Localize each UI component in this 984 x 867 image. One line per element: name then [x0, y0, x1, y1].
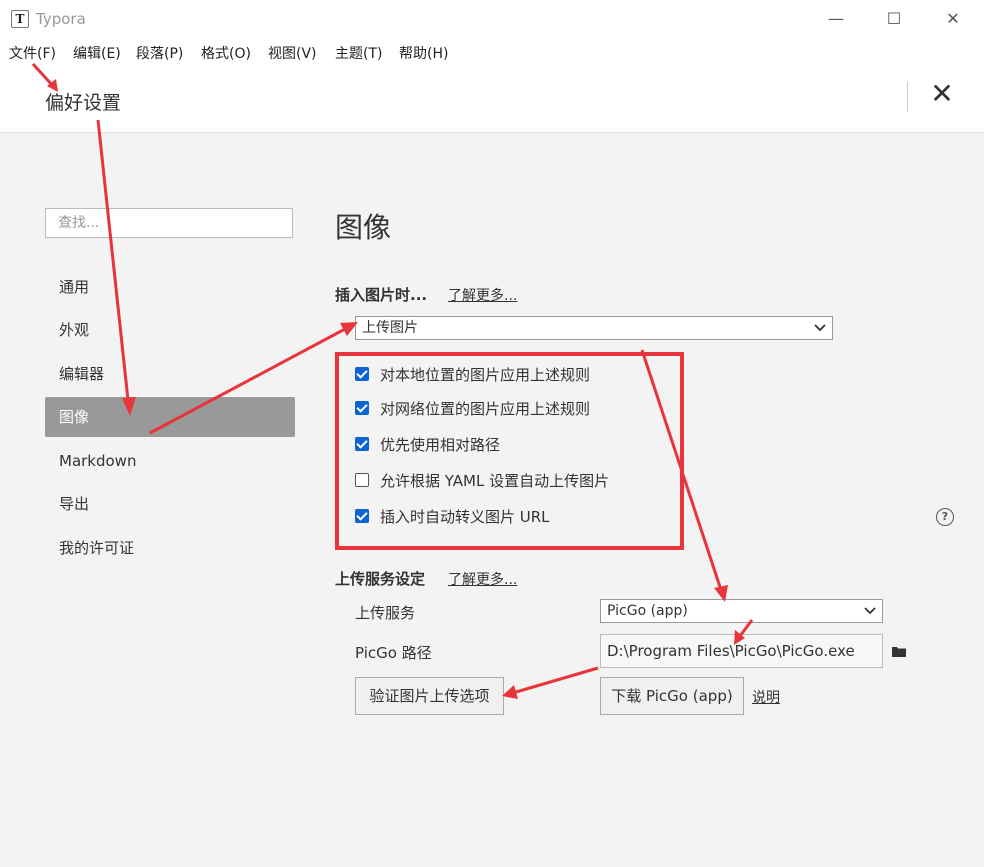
sidebar-item-export[interactable]: 导出 [45, 484, 295, 524]
sidebar-item-editor[interactable]: 编辑器 [45, 354, 295, 394]
section-heading: 图像 [335, 211, 392, 244]
menu-format[interactable]: 格式(O) [201, 43, 251, 63]
insert-image-label: 插入图片时... [335, 286, 428, 304]
upload-service-select[interactable]: PicGo (app) [600, 599, 883, 623]
maximize-button[interactable]: ☐ [865, 0, 923, 38]
chevron-down-icon [864, 607, 876, 615]
arrowhead [502, 685, 518, 699]
insert-image-select[interactable]: 上传图片 [355, 316, 833, 340]
help-icon[interactable]: ? [936, 508, 954, 526]
sidebar-item-image[interactable]: 图像 [45, 397, 295, 437]
menu-help[interactable]: 帮助(H) [399, 43, 448, 63]
explain-link[interactable]: 说明 [752, 687, 780, 707]
download-picgo-button[interactable]: 下载 PicGo (app) [600, 677, 744, 715]
menu-paragraph[interactable]: 段落(P) [136, 43, 183, 63]
upload-service-value: PicGo (app) [607, 603, 688, 619]
window-title: Typora [36, 10, 86, 28]
annotation-highlight-box [335, 352, 684, 550]
menu-view[interactable]: 视图(V) [268, 43, 317, 63]
arrow-path-to-verify [515, 666, 599, 694]
typora-logo-icon: T [11, 10, 29, 28]
folder-icon[interactable] [892, 646, 906, 657]
preferences-search-input[interactable] [45, 208, 293, 238]
header-divider [907, 82, 908, 112]
close-window-button[interactable]: ✕ [924, 0, 982, 38]
menu-file[interactable]: 文件(F) [9, 43, 56, 63]
sidebar-item-appearance[interactable]: 外观 [45, 310, 295, 350]
title-bar: T Typora — ☐ ✕ [0, 0, 984, 38]
picgo-path-label: PicGo 路径 [355, 644, 432, 662]
menu-bar: 文件(F) 编辑(E) 段落(P) 格式(O) 视图(V) 主题(T) 帮助(H… [0, 38, 984, 66]
menu-theme[interactable]: 主题(T) [335, 43, 382, 63]
sidebar-item-markdown[interactable]: Markdown [45, 441, 295, 481]
chevron-down-icon [814, 324, 826, 332]
insert-learn-more-link[interactable]: 了解更多... [448, 285, 517, 305]
sidebar-item-license[interactable]: 我的许可证 [45, 528, 295, 568]
close-preferences-button[interactable]: ✕ [928, 80, 956, 108]
upload-learn-more-link[interactable]: 了解更多... [448, 569, 517, 589]
sidebar-item-general[interactable]: 通用 [45, 267, 295, 307]
preferences-header: 偏好设置 ✕ [0, 66, 984, 133]
insert-image-select-value: 上传图片 [362, 320, 418, 336]
upload-service-settings-label: 上传服务设定 [335, 570, 426, 588]
picgo-path-input[interactable]: D:\Program Files\PicGo\PicGo.exe [600, 634, 883, 668]
minimize-button[interactable]: — [807, 0, 865, 38]
upload-service-label: 上传服务 [355, 604, 416, 622]
menu-edit[interactable]: 编辑(E) [73, 43, 121, 63]
preferences-title: 偏好设置 [45, 92, 122, 114]
verify-upload-button[interactable]: 验证图片上传选项 [355, 677, 504, 715]
